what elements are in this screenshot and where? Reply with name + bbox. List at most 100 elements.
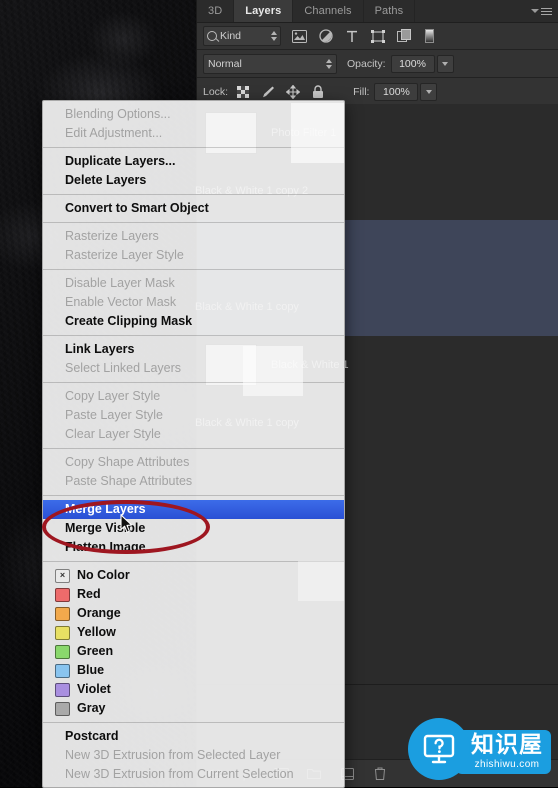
menu-item-label: Gray <box>77 701 106 715</box>
watermark-url-text: zhishiwu.com <box>474 759 540 770</box>
menu-item-color-gray[interactable]: Gray <box>43 699 344 718</box>
watermark-logo: 知识屋 zhishiwu.com <box>408 718 551 780</box>
lock-position-icon[interactable] <box>286 84 301 99</box>
menu-item-label: Orange <box>77 606 121 620</box>
blend-mode-row: Normal Opacity: 100% <box>197 50 558 78</box>
no-color-swatch-icon: × <box>55 568 70 583</box>
menu-item-enable-vector-mask: Enable Vector Mask <box>65 295 177 309</box>
menu-item-paste-shape-attributes: Paste Shape Attributes <box>65 474 193 488</box>
menu-item-flatten-image[interactable]: Flatten Image <box>43 538 344 557</box>
menu-separator <box>43 222 344 223</box>
menu-item-duplicate-layers[interactable]: Duplicate Layers... <box>43 152 344 171</box>
stepper-icon <box>326 58 332 69</box>
menu-item-rasterize-layers: Rasterize Layers <box>65 229 159 243</box>
menu-item-label: Blue <box>77 663 105 677</box>
arrow-cursor <box>120 514 133 534</box>
panel-menu-icon[interactable] <box>531 4 555 18</box>
tab-channels[interactable]: Channels <box>293 0 364 22</box>
menu-item-merge-layers[interactable]: Merge Layers <box>43 500 344 519</box>
yellow-swatch-icon <box>55 625 70 640</box>
menu-separator <box>43 335 344 336</box>
delete-layer-icon[interactable] <box>372 766 388 782</box>
menu-separator <box>43 722 344 723</box>
tab-label: 3D <box>208 5 223 17</box>
menu-item-label: Violet <box>77 682 111 696</box>
blend-mode-value: Normal <box>208 57 242 70</box>
filter-kind-select[interactable]: Kind <box>203 26 281 46</box>
monitor-question-icon <box>422 732 456 766</box>
tab-paths[interactable]: Paths <box>364 0 416 22</box>
shape-layer-filter-icon[interactable] <box>369 29 386 44</box>
filter-icon-group <box>291 29 438 44</box>
lock-image-pixels-icon[interactable] <box>261 85 275 99</box>
tab-layers[interactable]: Layers <box>234 0 294 22</box>
menu-item-new-3d-extrusion-selected-layer: New 3D Extrusion from Selected Layer <box>65 748 281 762</box>
hamburger-icon <box>541 7 552 15</box>
smart-object-filter-icon[interactable] <box>395 29 412 44</box>
menu-item-link-layers[interactable]: Link Layers <box>43 340 344 359</box>
gradient-filter-icon[interactable] <box>421 29 438 44</box>
menu-item-edit-adjustment: Edit Adjustment... <box>65 126 163 140</box>
layer-context-menu[interactable]: Blending Options... Edit Adjustment... D… <box>42 100 345 788</box>
tab-label: Layers <box>245 5 282 17</box>
menu-item-new-3d-extrusion-current-selection: New 3D Extrusion from Current Selection <box>65 767 294 781</box>
menu-item-select-linked-layers: Select Linked Layers <box>65 361 182 375</box>
menu-separator <box>43 448 344 449</box>
watermark-cn-text: 知识屋 <box>471 732 543 758</box>
menu-item-color-violet[interactable]: Violet <box>43 680 344 699</box>
menu-item-rasterize-layer-style: Rasterize Layer Style <box>65 248 184 262</box>
filter-kind-label: Kind <box>220 30 242 42</box>
menu-separator <box>43 382 344 383</box>
blend-mode-select[interactable]: Normal <box>203 53 337 74</box>
lock-all-icon[interactable] <box>311 84 325 99</box>
menu-item-color-red[interactable]: Red <box>43 585 344 604</box>
menu-item-postcard[interactable]: Postcard <box>43 727 344 746</box>
menu-item-color-blue[interactable]: Blue <box>43 661 344 680</box>
type-layer-filter-icon[interactable] <box>343 29 360 44</box>
tab-3d[interactable]: 3D <box>197 0 235 22</box>
layer-filter-row: Kind <box>197 23 558 50</box>
menu-item-color-yellow[interactable]: Yellow <box>43 623 344 642</box>
tab-label: Channels <box>304 5 352 17</box>
gray-swatch-icon <box>55 701 70 716</box>
fill-input[interactable]: 100% <box>374 82 419 101</box>
opacity-label: Opacity: <box>347 57 386 70</box>
menu-item-copy-layer-style: Copy Layer Style <box>65 389 161 403</box>
menu-separator <box>43 561 344 562</box>
chevron-down-icon <box>531 9 539 13</box>
search-icon <box>207 31 217 41</box>
stepper-icon <box>271 31 277 41</box>
adjustment-layer-filter-icon[interactable] <box>317 29 334 44</box>
pixel-layer-filter-icon[interactable] <box>291 29 308 44</box>
menu-item-convert-to-smart-object[interactable]: Convert to Smart Object <box>43 199 344 218</box>
menu-item-merge-visible[interactable]: Merge Visible <box>43 519 344 538</box>
menu-separator <box>43 147 344 148</box>
menu-item-no-color[interactable]: × No Color <box>43 566 344 585</box>
lock-icon-group <box>236 84 325 99</box>
fill-label: Fill: <box>353 85 370 98</box>
menu-separator <box>43 495 344 496</box>
menu-item-color-orange[interactable]: Orange <box>43 604 344 623</box>
orange-swatch-icon <box>55 606 70 621</box>
green-swatch-icon <box>55 644 70 659</box>
menu-item-delete-layers[interactable]: Delete Layers <box>43 171 344 190</box>
panel-tab-bar: 3D Layers Channels Paths <box>197 0 558 23</box>
opacity-input[interactable]: 100% <box>390 54 435 73</box>
menu-item-paste-layer-style: Paste Layer Style <box>65 408 163 422</box>
tab-label: Paths <box>374 5 404 17</box>
menu-item-label: No Color <box>77 568 130 582</box>
lock-transparent-pixels-icon[interactable] <box>236 85 250 99</box>
menu-item-clear-layer-style: Clear Layer Style <box>65 427 161 441</box>
opacity-dropdown-button[interactable] <box>436 54 454 73</box>
menu-item-color-green[interactable]: Green <box>43 642 344 661</box>
fill-dropdown-button[interactable] <box>420 82 438 101</box>
menu-item-disable-layer-mask: Disable Layer Mask <box>65 276 175 290</box>
lock-label: Lock: <box>203 85 229 98</box>
menu-separator <box>43 269 344 270</box>
menu-item-blending-options: Blending Options... <box>65 107 171 121</box>
menu-item-create-clipping-mask[interactable]: Create Clipping Mask <box>43 312 344 331</box>
menu-item-label: Red <box>77 587 101 601</box>
red-swatch-icon <box>55 587 70 602</box>
violet-swatch-icon <box>55 682 70 697</box>
menu-item-label: Green <box>77 644 114 658</box>
